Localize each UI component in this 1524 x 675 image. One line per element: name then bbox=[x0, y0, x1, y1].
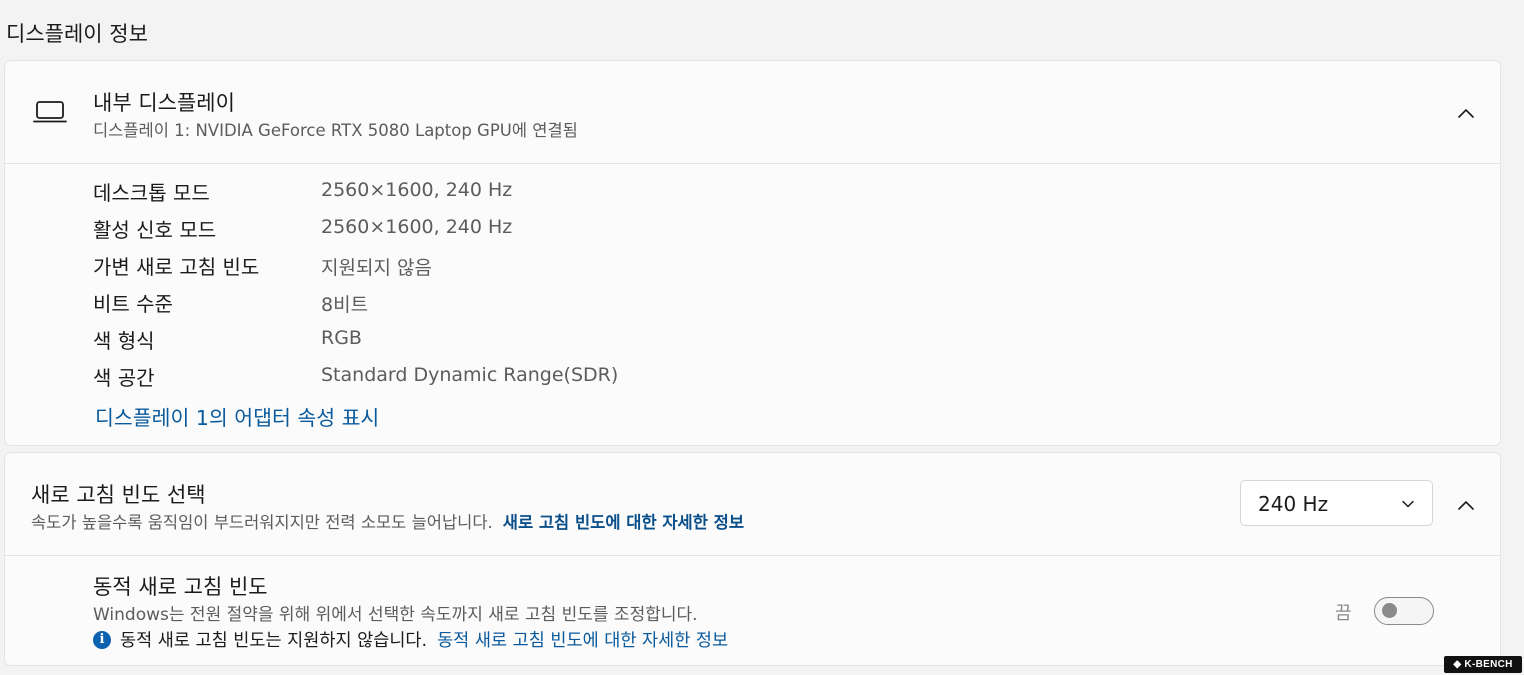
refresh-rate-description: 속도가 높을수록 움직임이 부드러워지지만 전력 소모도 늘어납니다. bbox=[31, 513, 493, 532]
property-value: 8비트 bbox=[321, 294, 369, 316]
dynamic-refresh-description: Windows는 전원 절약을 위해 위에서 선택한 속도까지 새로 고침 빈도… bbox=[93, 605, 698, 625]
internal-display-header[interactable]: 내부 디스플레이 디스플레이 1: NVIDIA GeForce RTX 508… bbox=[5, 61, 1500, 164]
property-label: 비트 수준 bbox=[93, 292, 173, 316]
property-label: 색 공간 bbox=[93, 366, 155, 390]
property-label: 데스크톱 모드 bbox=[93, 181, 210, 205]
dynamic-refresh-title: 동적 새로 고침 빈도 bbox=[93, 575, 268, 599]
chevron-up-icon bbox=[1458, 109, 1474, 118]
refresh-rate-description-line: 속도가 높을수록 움직임이 부드러워지지만 전력 소모도 늘어납니다. 새로 고침… bbox=[31, 509, 744, 533]
property-label: 활성 신호 모드 bbox=[93, 218, 217, 242]
property-label: 색 형식 bbox=[93, 329, 155, 353]
watermark-logo: ◆ K-BENCH bbox=[1444, 656, 1522, 673]
adapter-properties-link[interactable]: 디스플레이 1의 어댑터 속성 표시 bbox=[95, 401, 379, 431]
refresh-rate-selected-value: 240 Hz bbox=[1258, 492, 1329, 516]
refresh-rate-title: 새로 고침 빈도 선택 bbox=[31, 483, 206, 507]
property-value: Standard Dynamic Range(SDR) bbox=[321, 364, 619, 386]
toggle-state-label: 끔 bbox=[1335, 603, 1352, 624]
internal-display-subtitle: 디스플레이 1: NVIDIA GeForce RTX 5080 Laptop … bbox=[93, 121, 578, 140]
property-value: RGB bbox=[321, 327, 362, 349]
property-value: 2560×1600, 240 Hz bbox=[321, 216, 513, 238]
dynamic-refresh-toggle[interactable] bbox=[1374, 597, 1434, 625]
dynamic-refresh-info: i 동적 새로 고침 빈도는 지원하지 않습니다. 동적 새로 고침 빈도에 대… bbox=[93, 627, 728, 652]
dynamic-refresh-info-text: 동적 새로 고침 빈도는 지원하지 않습니다. bbox=[120, 631, 428, 651]
laptop-icon bbox=[33, 101, 67, 123]
chevron-down-icon bbox=[1402, 500, 1414, 508]
refresh-rate-dropdown[interactable]: 240 Hz bbox=[1240, 480, 1433, 526]
section-title: 디스플레이 정보 bbox=[6, 22, 148, 46]
collapse-display-button[interactable] bbox=[1451, 98, 1481, 128]
refresh-rate-header: 새로 고침 빈도 선택 속도가 높을수록 움직임이 부드러워지지만 전력 소모도… bbox=[5, 453, 1500, 556]
internal-display-title: 내부 디스플레이 bbox=[93, 91, 235, 115]
dynamic-refresh-info-link[interactable]: 동적 새로 고침 빈도에 대한 자세한 정보 bbox=[437, 627, 728, 652]
collapse-refresh-rate-button[interactable] bbox=[1451, 490, 1481, 520]
internal-display-card: 내부 디스플레이 디스플레이 1: NVIDIA GeForce RTX 508… bbox=[4, 60, 1501, 446]
property-label: 가변 새로 고침 빈도 bbox=[93, 255, 260, 279]
property-value: 2560×1600, 240 Hz bbox=[321, 179, 513, 201]
refresh-rate-info-link[interactable]: 새로 고침 빈도에 대한 자세한 정보 bbox=[503, 513, 744, 532]
display-info-page: 디스플레이 정보 내부 디스플레이 디스플레이 1: NVIDIA GeForc… bbox=[0, 0, 1524, 675]
chevron-up-icon bbox=[1458, 501, 1474, 510]
info-icon: i bbox=[93, 630, 111, 649]
property-value: 지원되지 않음 bbox=[321, 257, 432, 279]
refresh-rate-card: 새로 고침 빈도 선택 속도가 높을수록 움직임이 부드러워지지만 전력 소모도… bbox=[4, 452, 1501, 666]
toggle-knob bbox=[1382, 603, 1397, 618]
